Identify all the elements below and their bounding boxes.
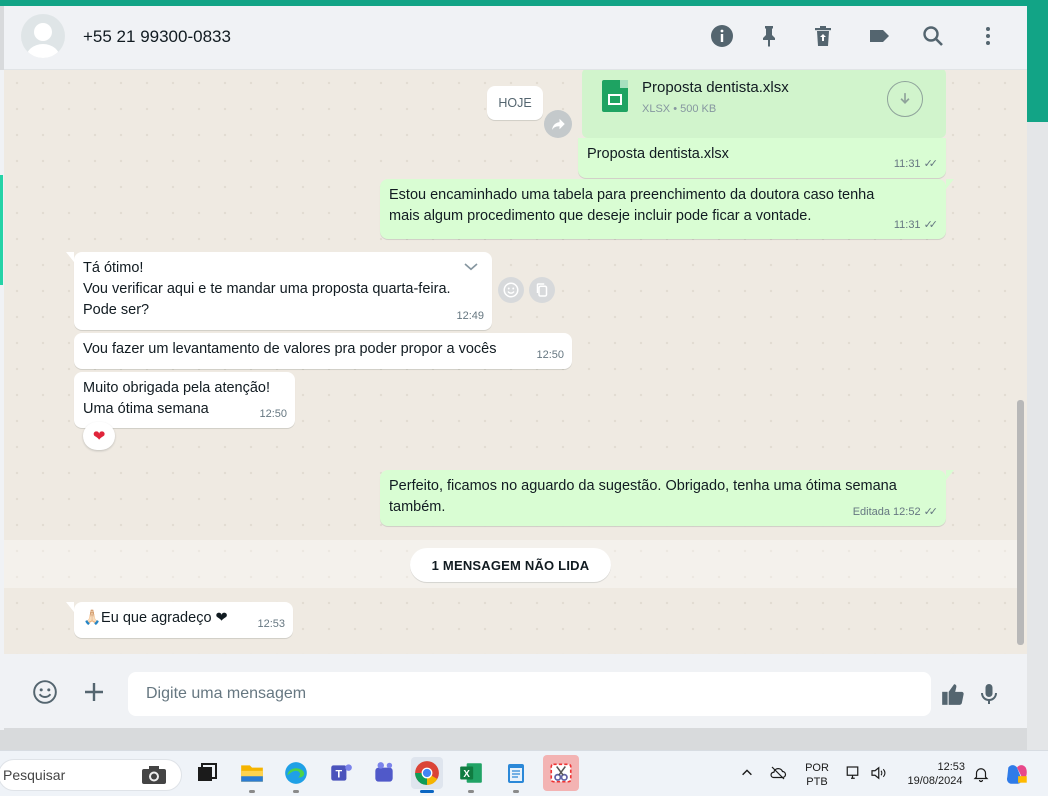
add-attachment-icon[interactable] <box>80 678 108 706</box>
message-time: 11:31 <box>893 219 921 231</box>
pin-icon[interactable] <box>755 22 783 50</box>
message-incoming[interactable]: Vou fazer um levantamento de valores pra… <box>74 333 572 369</box>
whatsapp-window: +55 21 99300-0833 Proposta dentista.xlsx… <box>4 6 1027 728</box>
message-time: 11:31 <box>893 158 921 170</box>
message-text: Proposta dentista.xlsx <box>587 146 729 162</box>
message-time: 12:49 <box>456 310 484 322</box>
copilot-icon[interactable] <box>1004 761 1030 791</box>
snipping-tool-icon[interactable] <box>543 755 579 791</box>
excel-icon[interactable]: X <box>455 757 487 793</box>
microphone-icon[interactable] <box>975 680 1003 708</box>
message-line: Tá ótimo! <box>83 260 144 276</box>
double-check-icon: ✓✓ <box>923 506 939 518</box>
message-input[interactable] <box>128 672 931 716</box>
network-icon[interactable] <box>844 764 864 786</box>
forward-icon[interactable] <box>544 110 572 138</box>
search-icon[interactable] <box>919 22 947 50</box>
edge-icon[interactable] <box>280 757 312 793</box>
emoji-icon[interactable] <box>31 678 59 706</box>
clock[interactable]: 12:53 19/08/2024 <box>900 760 970 788</box>
double-check-icon: ✓✓ <box>923 219 939 231</box>
thumbs-up-icon[interactable] <box>939 680 967 708</box>
download-icon[interactable] <box>887 81 923 117</box>
unread-badge: 1 MENSAGEM NÃO LIDA <box>410 548 611 582</box>
heart-reaction[interactable]: ❤ <box>83 422 115 450</box>
chat-scrollbar[interactable] <box>1017 400 1024 645</box>
teams-work-icon[interactable] <box>368 757 400 789</box>
document-file-name: Proposta dentista.xlsx <box>642 79 789 96</box>
chevron-up-icon[interactable] <box>740 766 754 784</box>
teams-icon[interactable]: T <box>325 757 357 789</box>
chrome-icon[interactable] <box>411 757 443 793</box>
document-file-type: XLSX <box>642 103 671 115</box>
language-indicator[interactable]: POR PTB <box>801 761 833 789</box>
message-line: Uma ótima semana <box>83 401 209 417</box>
message-line: Vou verificar aqui e te mandar uma propo… <box>83 281 451 297</box>
edited-label: Editada <box>852 506 891 518</box>
onedrive-offline-icon[interactable] <box>768 764 788 786</box>
file-explorer-icon[interactable] <box>236 757 268 793</box>
document-file-size: 500 KB <box>680 103 717 115</box>
language-line2: PTB <box>806 776 828 788</box>
message-time: 12:53 <box>257 618 285 630</box>
message-time: 12:50 <box>536 349 564 361</box>
message-incoming[interactable]: 🙏🏻Eu que agradeço ❤ 12:53 <box>66 602 293 638</box>
message-outgoing[interactable]: Perfeito, ficamos no aguardo da sugestão… <box>380 470 954 526</box>
message-time: 12:52 <box>893 506 921 518</box>
message-text: 🙏🏻Eu que agradeço ❤ <box>83 610 228 626</box>
windows-taskbar: Pesquisar T X POR PTB 12:53 19/08/2024 <box>0 750 1048 796</box>
info-icon[interactable] <box>708 22 736 50</box>
message-line: Muito obrigada pela atenção! <box>83 380 271 396</box>
double-check-icon: ✓✓ <box>923 158 939 170</box>
camera-icon <box>142 766 166 784</box>
spreadsheet-icon <box>602 80 628 112</box>
copy-icon[interactable] <box>529 277 555 303</box>
avatar[interactable] <box>21 14 65 58</box>
composer-bar <box>4 654 1027 728</box>
message-outgoing-caption[interactable]: Proposta dentista.xlsx 11:31 ✓✓ <box>578 138 946 178</box>
task-view-icon[interactable] <box>191 757 223 789</box>
svg-text:X: X <box>463 769 470 780</box>
date-badge: HOJE <box>487 86 543 120</box>
contact-name[interactable]: +55 21 99300-0833 <box>83 27 231 47</box>
menu-icon[interactable] <box>974 22 1002 50</box>
notepad-icon[interactable] <box>500 757 532 793</box>
chevron-down-icon[interactable] <box>460 258 482 283</box>
taskbar-search-label: Pesquisar <box>3 767 66 783</box>
message-incoming[interactable]: Tá ótimo! Vou verificar aqui e te mandar… <box>66 252 492 330</box>
message-time: 12:50 <box>259 408 287 420</box>
background-window-accent <box>1027 0 1048 122</box>
chat-header: +55 21 99300-0833 <box>4 6 1027 70</box>
clock-date: 19/08/2024 <box>907 775 963 787</box>
delete-icon[interactable] <box>809 22 837 50</box>
language-line1: POR <box>805 762 829 774</box>
clock-time: 12:53 <box>937 761 965 773</box>
message-text: Estou encaminhado uma tabela para preenc… <box>389 187 875 224</box>
message-outgoing[interactable]: Estou encaminhado uma tabela para preenc… <box>380 179 954 239</box>
message-text: Vou fazer um levantamento de valores pra… <box>83 341 497 357</box>
document-attachment[interactable]: Proposta dentista.xlsx XLSX • 500 KB <box>582 70 946 138</box>
document-meta: XLSX • 500 KB <box>642 103 717 115</box>
background-window <box>1027 122 1048 750</box>
chat-area[interactable]: Proposta dentista.xlsx XLSX • 500 KB HOJ… <box>4 70 1027 654</box>
volume-icon[interactable] <box>868 764 888 786</box>
message-line: Pode ser? <box>83 302 150 318</box>
svg-text:T: T <box>336 768 343 780</box>
taskbar-search[interactable]: Pesquisar <box>0 759 182 791</box>
label-icon[interactable] <box>865 22 893 50</box>
message-incoming[interactable]: Muito obrigada pela atenção! Uma ótima s… <box>74 372 295 428</box>
left-panel-accent <box>0 175 3 285</box>
emoji-reaction-icon[interactable] <box>498 277 524 303</box>
notification-bell-icon[interactable] <box>972 765 990 787</box>
